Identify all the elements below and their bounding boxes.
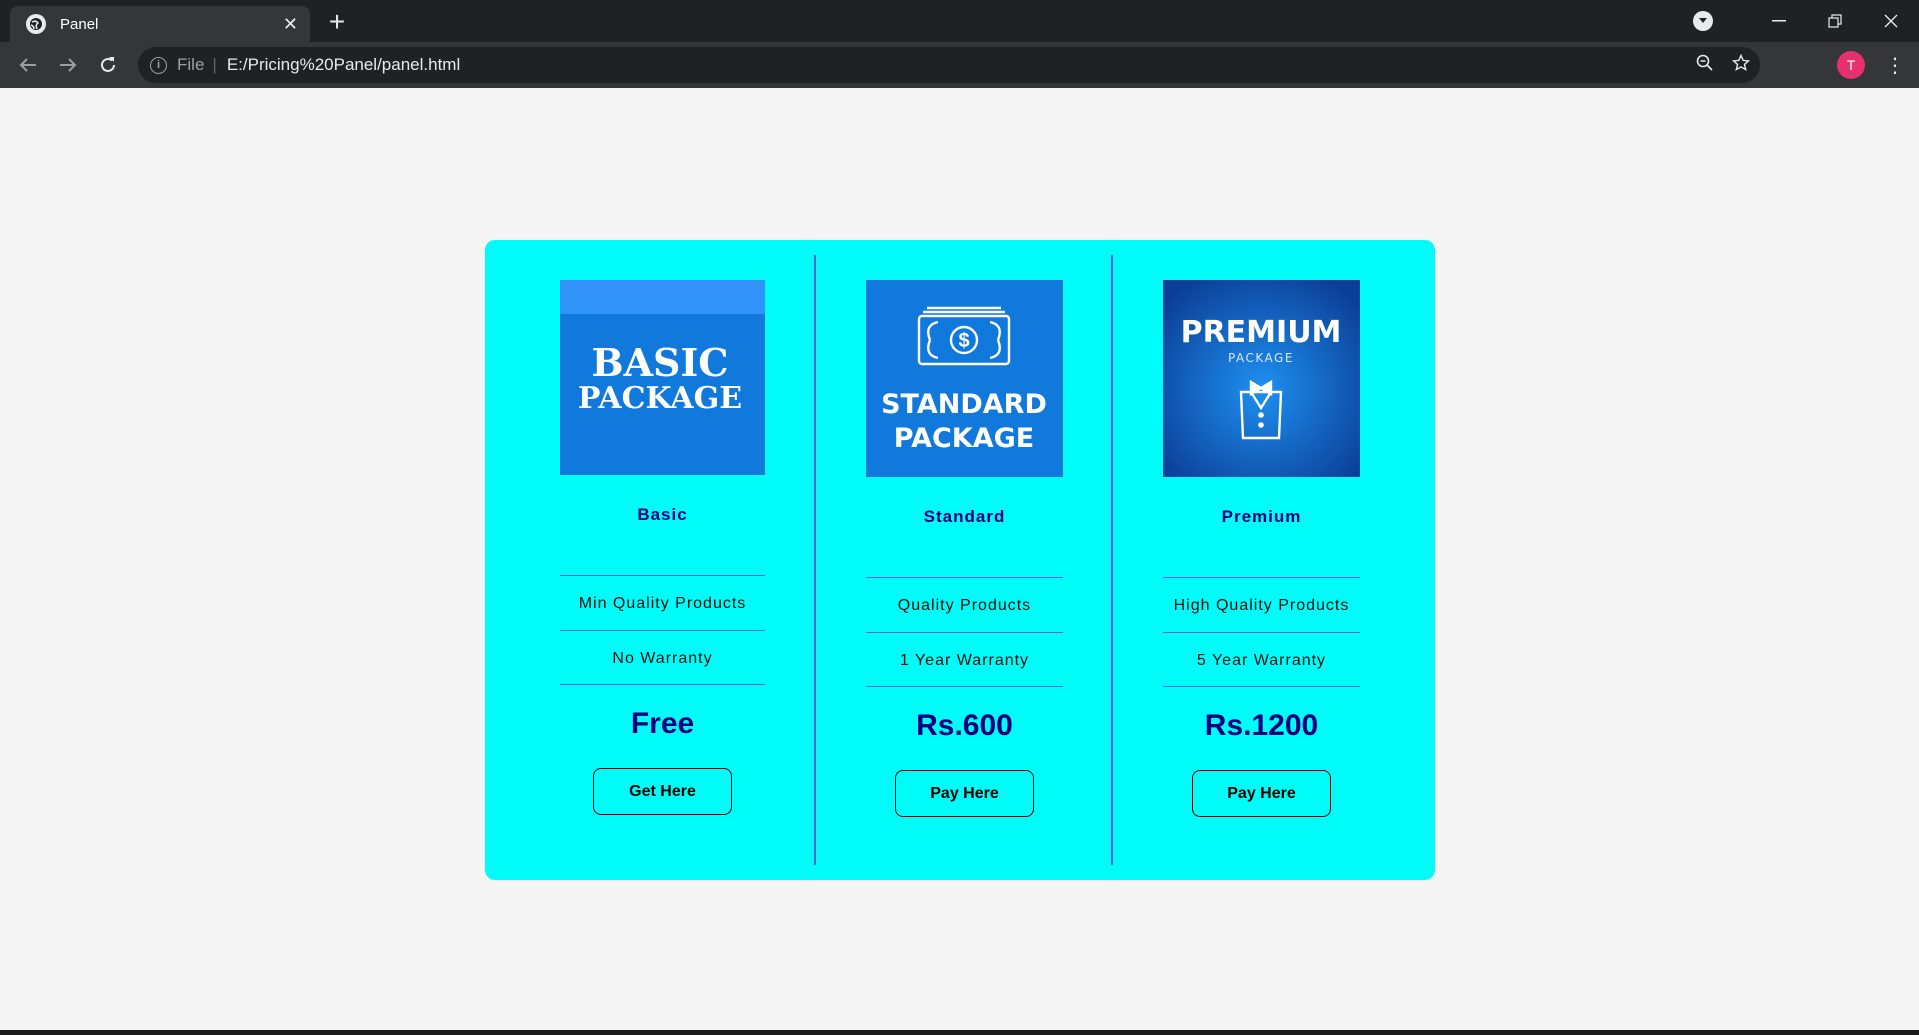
profile-avatar[interactable]: T: [1837, 51, 1865, 79]
standard-image-line1: STANDARD: [881, 389, 1047, 420]
feature-item: 1 Year Warranty: [866, 632, 1063, 687]
plan-name: Standard: [923, 507, 1006, 526]
feature-item: Min Quality Products: [560, 575, 765, 630]
plan-price: Free: [630, 707, 695, 740]
basic-image-line2: PACKAGE: [578, 381, 742, 416]
column-divider: [1111, 255, 1113, 865]
close-window-button[interactable]: [1863, 0, 1919, 42]
window-controls: [1693, 0, 1919, 42]
url-scheme: File: [177, 55, 205, 74]
pay-here-button[interactable]: Pay Here: [1192, 770, 1331, 817]
forward-arrow-icon[interactable]: [48, 45, 88, 85]
plan-price: Rs.600: [916, 709, 1013, 742]
more-menu-icon[interactable]: ⋮: [1885, 53, 1905, 78]
premium-image-line1: PREMIUM: [1181, 315, 1342, 350]
url-text[interactable]: E:/Pricing%20Panel/panel.html: [227, 55, 460, 75]
browser-toolbar: i File | E:/Pricing%20Panel/panel.html T…: [0, 42, 1919, 88]
standard-package-image: $ STANDARD PACKAGE: [866, 280, 1063, 477]
plan-price: Rs.1200: [1204, 709, 1319, 742]
plan-card-basic: BASIC PACKAGE Basic Min Quality Products…: [560, 280, 765, 815]
zoom-icon[interactable]: [1696, 54, 1714, 77]
minimize-button[interactable]: [1751, 0, 1807, 42]
plan-name: Basic: [637, 505, 688, 524]
plan-name: Premium: [1221, 507, 1302, 526]
plan-card-standard: $ STANDARD PACKAGE Standard Quality Prod…: [866, 280, 1063, 817]
premium-image-line2: PACKAGE: [1228, 351, 1294, 365]
close-tab-icon[interactable]: ✕: [283, 15, 298, 33]
standard-image-line2: PACKAGE: [894, 423, 1034, 454]
browser-titlebar: Panel ✕ +: [0, 0, 1919, 42]
feature-item: High Quality Products: [1163, 577, 1360, 632]
basic-package-image: BASIC PACKAGE: [560, 280, 765, 475]
basic-image-line1: BASIC: [591, 340, 728, 385]
chevron-down-icon[interactable]: [1693, 11, 1713, 31]
feature-item: No Warranty: [560, 630, 765, 685]
new-tab-button[interactable]: +: [322, 7, 352, 37]
feature-list: Min Quality Products No Warranty: [560, 575, 765, 685]
feature-item: Quality Products: [866, 577, 1063, 632]
taskbar-edge: [0, 1030, 1919, 1035]
address-bar[interactable]: i File | E:/Pricing%20Panel/panel.html: [138, 47, 1760, 83]
pricing-panel: BASIC PACKAGE Basic Min Quality Products…: [485, 240, 1435, 880]
tab-title: Panel: [60, 15, 99, 33]
svg-text:$: $: [958, 330, 969, 352]
info-icon[interactable]: i: [150, 56, 167, 74]
column-divider: [814, 255, 816, 865]
feature-list: High Quality Products 5 Year Warranty: [1163, 577, 1360, 687]
back-arrow-icon[interactable]: [8, 45, 48, 85]
feature-list: Quality Products 1 Year Warranty: [866, 577, 1063, 687]
globe-icon: [26, 14, 46, 34]
star-icon[interactable]: [1731, 53, 1751, 77]
browser-tab[interactable]: Panel ✕: [10, 6, 310, 42]
feature-item: 5 Year Warranty: [1163, 632, 1360, 687]
premium-package-image: PREMIUM PACKAGE: [1163, 280, 1360, 477]
get-here-button[interactable]: Get Here: [593, 768, 732, 815]
restore-button[interactable]: [1807, 0, 1863, 42]
reload-icon[interactable]: [88, 45, 128, 85]
url-separator: |: [212, 55, 217, 74]
page-viewport: BASIC PACKAGE Basic Min Quality Products…: [0, 88, 1919, 1030]
pay-here-button[interactable]: Pay Here: [895, 770, 1034, 817]
plan-card-premium: PREMIUM PACKAGE Premium High Quality Pro…: [1163, 280, 1360, 817]
